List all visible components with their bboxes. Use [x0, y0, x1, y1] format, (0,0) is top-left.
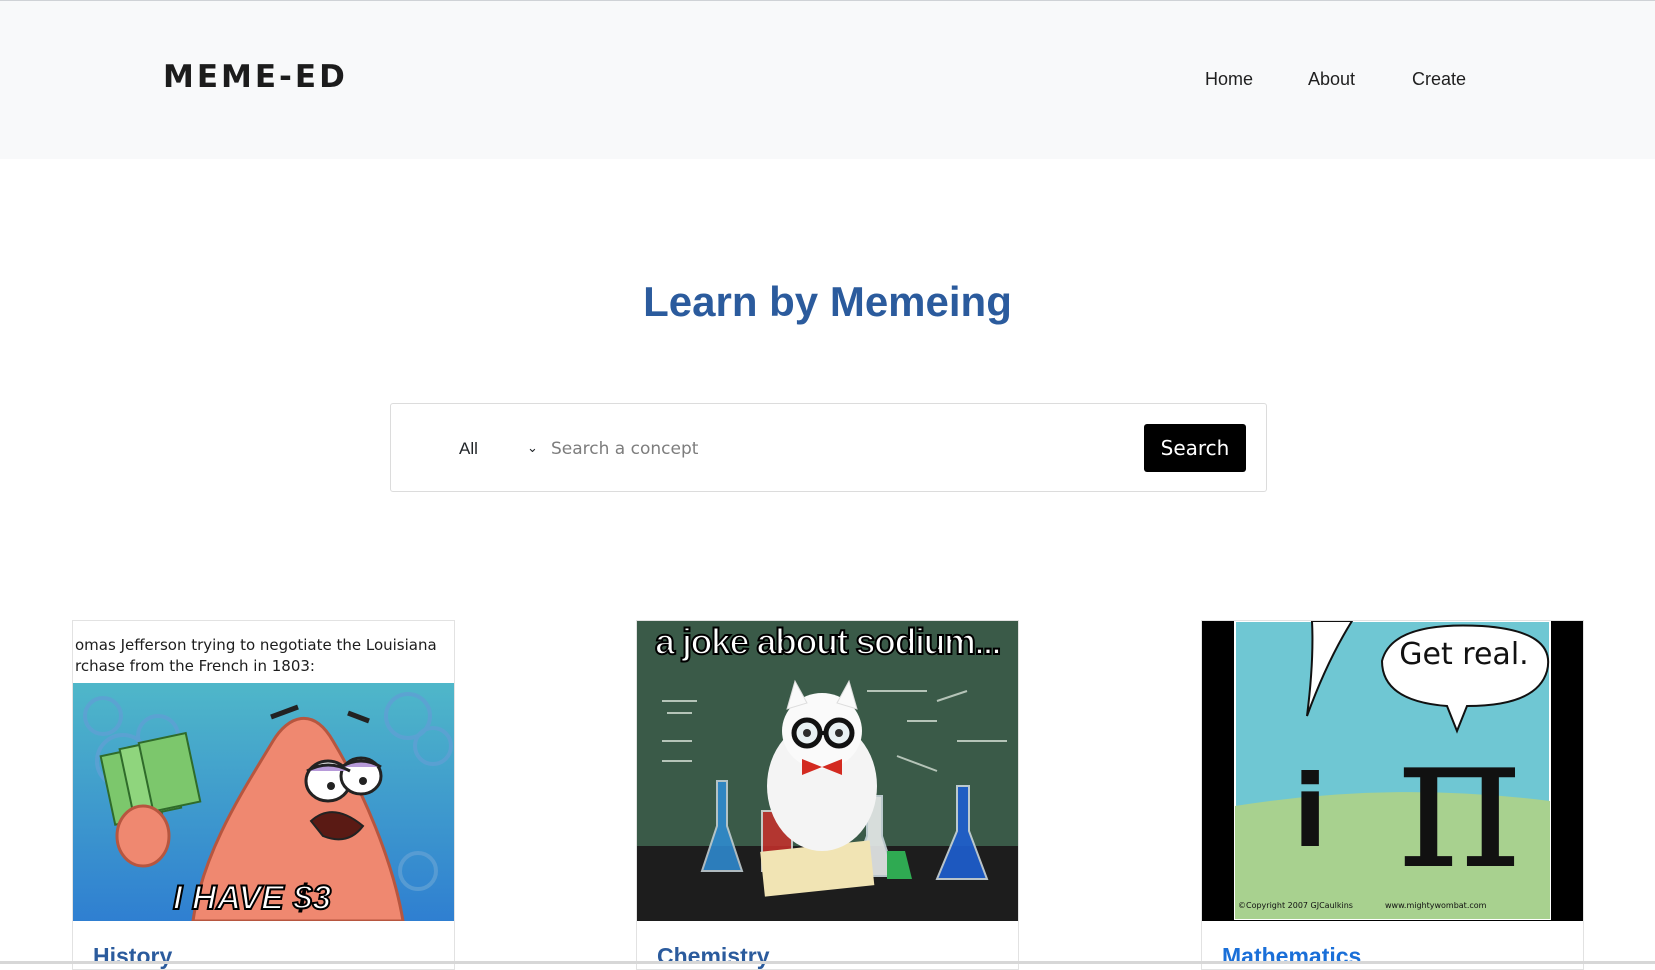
speech-bubble-text: Get real. [1399, 637, 1529, 672]
credit-left: ©Copyright 2007 GJCaulkins [1238, 901, 1353, 910]
page-title: Learn by Memeing [643, 278, 1012, 325]
pi-glyph: π [1397, 690, 1522, 911]
search-input[interactable] [549, 428, 1113, 470]
category-select[interactable]: All [459, 439, 478, 459]
top-navbar: MEME-ED Home About Create [0, 0, 1655, 159]
meme-image-chemistry[interactable]: a joke about sodium... [637, 621, 1018, 921]
meme-image-history[interactable]: omas Jefferson trying to negotiate the L… [73, 621, 454, 921]
nav-about-link[interactable]: About [1308, 69, 1355, 90]
meme-caption: omas Jefferson trying to negotiate the L… [75, 636, 437, 675]
meme-overlay-text: a joke about sodium... [654, 621, 1003, 663]
card-title-history[interactable]: History [93, 943, 172, 969]
search-button[interactable]: Search [1144, 424, 1246, 472]
i-glyph: i [1293, 753, 1327, 870]
nav-create-link[interactable]: Create [1412, 69, 1466, 90]
credit-right: www.mightywombat.com [1385, 901, 1487, 910]
chevron-down-icon[interactable]: ⌄ [527, 440, 538, 456]
meme-image-mathematics[interactable]: i π Get real. ©Copyright 2007 GJCaulkins… [1202, 621, 1583, 921]
meme-overlay-text: I HAVE $3 [172, 878, 332, 918]
card-title-chemistry[interactable]: Chemistry [657, 943, 769, 969]
meme-card-mathematics[interactable]: i π Get real. ©Copyright 2007 GJCaulkins… [1201, 620, 1584, 970]
site-logo[interactable]: MEME-ED [163, 59, 348, 95]
card-title-mathematics[interactable]: Mathematics [1222, 943, 1361, 969]
nav-home-link[interactable]: Home [1205, 69, 1253, 90]
search-bar: All ⌄ Search [390, 403, 1267, 492]
meme-card-history[interactable]: omas Jefferson trying to negotiate the L… [72, 620, 455, 970]
meme-card-chemistry[interactable]: a joke about sodium... Chemistry [636, 620, 1019, 970]
